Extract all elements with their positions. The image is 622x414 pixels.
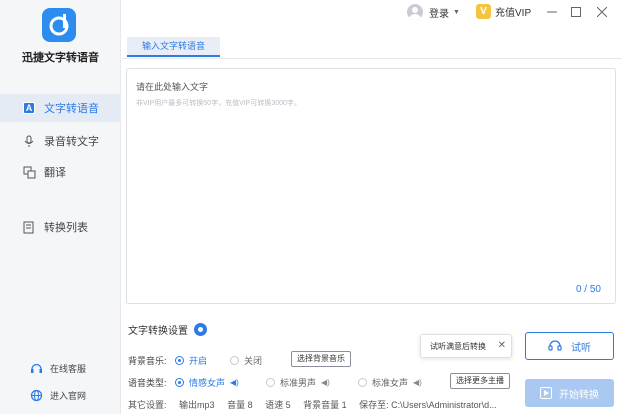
recharge-vip-button[interactable]: V 充值VIP: [476, 4, 531, 19]
text-input-area[interactable]: 请在此处输入文字 非VIP用户最多可转换50字，充值VIP可转换3000字。 0…: [126, 68, 616, 304]
sidebar-item-label: 转换列表: [44, 222, 88, 234]
vip-limit-hint: 非VIP用户最多可转换50字，充值VIP可转换3000字。: [136, 100, 301, 107]
voice-option-label: 标准男声: [280, 378, 317, 388]
bg-music-off-radio[interactable]: 关闭: [230, 354, 262, 367]
voice-option-label: 标准女声: [372, 378, 409, 388]
other-settings-label: 其它设置:: [128, 400, 167, 410]
select-bg-music-button[interactable]: 选择背景音乐: [291, 351, 351, 367]
vip-icon: V: [476, 4, 491, 19]
minimize-icon[interactable]: [543, 3, 561, 21]
bg-music-off-label: 关闭: [244, 356, 263, 366]
radio-dot: [358, 378, 367, 387]
close-icon[interactable]: [593, 3, 611, 21]
bg-volume-value[interactable]: 背景音量 1: [303, 400, 347, 410]
sidebar-item-conversion-list[interactable]: 转换列表: [0, 213, 121, 241]
globe-icon: [30, 389, 43, 402]
speaker-icon[interactable]: ◀): [321, 378, 330, 387]
online-support-label: 在线客服: [50, 364, 87, 374]
list-icon: [22, 220, 36, 234]
tab-text-input[interactable]: 输入文字转语音: [127, 37, 220, 57]
gear-icon[interactable]: [194, 323, 207, 336]
sidebar-item-label: 录音转文字: [44, 136, 99, 148]
bg-music-label: 背景音乐:: [128, 356, 167, 366]
app-name: 迅捷文字转语音: [22, 52, 99, 64]
sidebar-item-label: 翻译: [44, 167, 66, 179]
radio-dot: [175, 356, 184, 365]
translate-icon: [22, 165, 36, 179]
voice-standard-female-radio[interactable]: 标准女声 ◀): [358, 376, 422, 389]
other-settings-bar: 其它设置: 输出mp3 音量 8 语速 5 背景音量 1 保存至: C:\Use…: [128, 398, 507, 411]
listen-tooltip: 试听满意后转换 ✕: [420, 334, 512, 358]
listen-label: 试听: [571, 342, 591, 354]
voice-standard-male-radio[interactable]: 标准男声 ◀): [266, 376, 330, 389]
speaker-icon[interactable]: ◀): [413, 378, 422, 387]
official-site-label: 进入官网: [50, 391, 87, 401]
radio-dot: [175, 378, 184, 387]
bg-music-on-label: 开启: [189, 356, 208, 366]
sidebar-item-translate[interactable]: 翻译: [0, 158, 121, 186]
avatar: [407, 4, 423, 20]
voice-type-label: 语音类型:: [128, 378, 167, 388]
support-icon: [30, 362, 43, 375]
output-format[interactable]: 输出mp3: [179, 400, 215, 410]
listen-button[interactable]: 试听: [525, 332, 614, 360]
sidebar-item-recording-to-text[interactable]: 录音转文字: [0, 127, 121, 155]
tooltip-text: 试听满意后转换: [430, 341, 486, 351]
title-bar: 登录 ▼ V 充值VIP: [122, 0, 622, 26]
radio-dot: [230, 356, 239, 365]
maximize-icon[interactable]: [567, 3, 585, 21]
headphones-icon: [548, 338, 562, 354]
speed-value[interactable]: 语速 5: [265, 400, 291, 410]
start-label: 开始转换: [559, 389, 599, 401]
sidebar-item-label: 文字转语音: [44, 103, 99, 115]
settings-title: 文字转换设置: [128, 322, 207, 337]
vip-label: 充值VIP: [495, 8, 532, 19]
chevron-down-icon: ▼: [453, 8, 460, 16]
save-path[interactable]: 保存至: C:\Users\Administrator\d...: [359, 400, 497, 410]
online-support-link[interactable]: 在线客服: [30, 362, 86, 375]
play-icon: [540, 387, 552, 399]
app-logo-icon: [42, 8, 76, 42]
radio-dot: [266, 378, 275, 387]
sidebar-item-text-to-speech[interactable]: A 文字转语音: [0, 94, 121, 122]
sidebar: 迅捷文字转语音 A 文字转语音 录音转文字 翻译 转换列表 在线客服 进入官网: [0, 0, 121, 414]
close-icon[interactable]: ✕: [498, 340, 506, 351]
character-count: 0 / 50: [575, 284, 601, 295]
select-more-voices-button[interactable]: 选择更多主播: [450, 373, 510, 389]
volume-value[interactable]: 音量 8: [227, 400, 253, 410]
settings-title-label: 文字转换设置: [128, 326, 188, 337]
login-label: 登录: [429, 8, 449, 20]
divider: [122, 58, 622, 59]
microphone-icon: [22, 134, 36, 148]
text-input-placeholder: 请在此处输入文字: [136, 82, 209, 92]
voice-option-label: 情感女声: [189, 378, 226, 388]
official-site-link[interactable]: 进入官网: [30, 389, 86, 402]
bg-music-on-radio[interactable]: 开启: [175, 354, 207, 367]
start-conversion-button[interactable]: 开始转换: [525, 379, 614, 407]
text-to-speech-icon: A: [22, 101, 36, 115]
voice-emotional-female-radio[interactable]: 情感女声 ◀): [175, 376, 239, 389]
login-button[interactable]: 登录 ▼: [407, 4, 460, 20]
speaker-icon[interactable]: ◀): [230, 378, 239, 387]
